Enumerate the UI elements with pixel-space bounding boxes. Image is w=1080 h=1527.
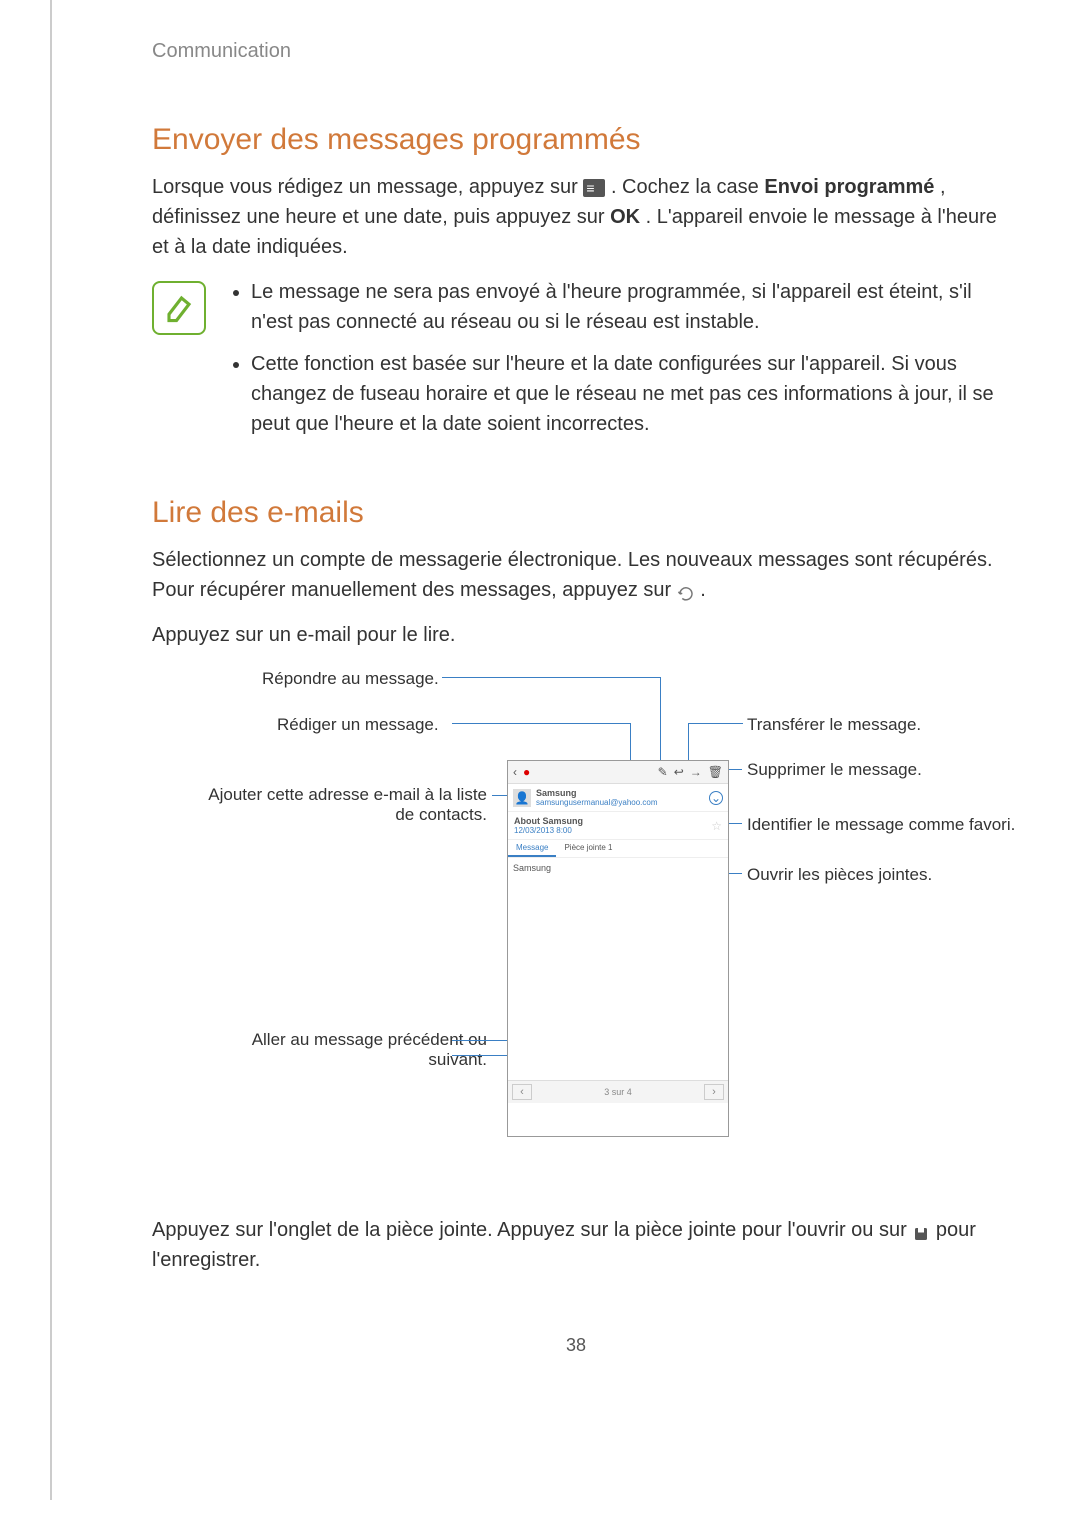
- message-count: 3 sur 4: [532, 1087, 704, 1097]
- callout-attachments: Ouvrir les pièces jointes.: [747, 865, 932, 885]
- message-body: Samsung: [508, 858, 728, 1080]
- reply-icon[interactable]: ↩: [674, 765, 684, 779]
- page-header: Communication: [152, 40, 1000, 63]
- sender-email: samsungusermanual@yahoo.com: [536, 798, 704, 807]
- compose-icon[interactable]: ✎: [658, 765, 668, 779]
- note-block: Le message ne sera pas envoyé à l'heure …: [152, 277, 1000, 451]
- callout-forward: Transférer le message.: [747, 715, 921, 735]
- callout-favorite: Identifier le message comme favori.: [747, 815, 1015, 835]
- subject-row: About Samsung 12/03/2013 8:00 ☆: [508, 812, 728, 840]
- back-icon[interactable]: ‹: [513, 765, 517, 779]
- callout-navigate: Aller au message précédent ou suivant.: [192, 1030, 487, 1071]
- sender-row: 👤 Samsung samsungusermanual@yahoo.com ⌄: [508, 784, 728, 812]
- page-number: 38: [152, 1335, 1000, 1356]
- text: Appuyez sur l'onglet de la pièce jointe.…: [152, 1219, 912, 1241]
- subject-date: 12/03/2013 8:00: [514, 826, 711, 835]
- bold-text: Envoi programmé: [764, 176, 934, 198]
- section1-title: Envoyer des messages programmés: [152, 123, 1000, 157]
- tab-message[interactable]: Message: [508, 840, 556, 857]
- subject-title: About Samsung: [514, 816, 711, 826]
- callout-reply: Répondre au message.: [262, 669, 439, 689]
- text: . Cochez la case: [611, 176, 764, 198]
- callout-compose: Rédiger un message.: [277, 715, 439, 735]
- section2-para3: Sélectionnez un compte de messagerie éle…: [152, 545, 1000, 605]
- text: .: [700, 579, 706, 601]
- phone-footer: ‹ 3 sur 4 ›: [508, 1080, 728, 1103]
- note-item: Le message ne sera pas envoyé à l'heure …: [251, 277, 1000, 337]
- expand-icon[interactable]: ⌄: [709, 791, 723, 805]
- delete-icon[interactable]: 🗑: [708, 765, 723, 779]
- para5: Appuyez sur l'onglet de la pièce jointe.…: [152, 1215, 1000, 1275]
- sender-text: Samsung samsungusermanual@yahoo.com: [536, 788, 704, 807]
- text: Sélectionnez un compte de messagerie éle…: [152, 549, 993, 601]
- section2-para4: Appuyez sur un e-mail pour le lire.: [152, 620, 1000, 650]
- next-button[interactable]: ›: [704, 1084, 724, 1100]
- tab-attachment[interactable]: Pièce jointe 1: [556, 840, 620, 857]
- sender-name: Samsung: [536, 788, 704, 798]
- note-list: Le message ne sera pas envoyé à l'heure …: [226, 277, 1000, 451]
- avatar-icon[interactable]: 👤: [513, 789, 531, 807]
- section1-paragraph: Lorsque vous rédigez un message, appuyez…: [152, 172, 1000, 262]
- tabs-row: Message Pièce jointe 1: [508, 840, 728, 858]
- text: Lorsque vous rédigez un message, appuyez…: [152, 176, 583, 198]
- menu-icon: [583, 179, 605, 197]
- section2-title: Lire des e-mails: [152, 496, 1000, 530]
- app-icon: ●: [523, 765, 530, 779]
- star-icon[interactable]: ☆: [711, 819, 722, 833]
- note-item: Cette fonction est basée sur l'heure et …: [251, 349, 1000, 439]
- bold-text: OK: [610, 206, 640, 228]
- callout-addcontact: Ajouter cette adresse e-mail à la liste …: [192, 785, 487, 826]
- email-diagram: Répondre au message. Rédiger un message.…: [152, 665, 1032, 1185]
- prev-button[interactable]: ‹: [512, 1084, 532, 1100]
- phone-toolbar: ‹ ● ✎ ↩ → 🗑: [508, 761, 728, 784]
- note-icon: [152, 281, 206, 335]
- refresh-icon: [677, 582, 695, 600]
- save-icon: [912, 1222, 930, 1240]
- forward-icon[interactable]: →: [690, 765, 702, 779]
- callout-delete: Supprimer le message.: [747, 760, 922, 780]
- phone-mockup: ‹ ● ✎ ↩ → 🗑 👤 Samsung samsungusermanual@…: [507, 760, 729, 1137]
